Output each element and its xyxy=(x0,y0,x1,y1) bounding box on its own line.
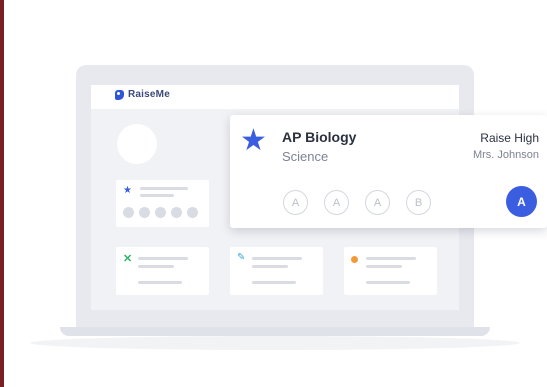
placeholder-line xyxy=(366,281,410,284)
laptop-base xyxy=(60,327,490,336)
star-icon: ★ xyxy=(123,185,132,196)
grade-bubble[interactable]: A xyxy=(365,190,390,215)
school-name: Raise High xyxy=(480,131,539,145)
placeholder-dot xyxy=(155,207,166,218)
placeholder-line xyxy=(140,194,174,197)
teacher-name: Mrs. Johnson xyxy=(472,149,539,161)
current-grade-badge[interactable]: A xyxy=(506,186,537,217)
pencil-icon: ✎ xyxy=(237,252,246,263)
placeholder-dot xyxy=(187,207,198,218)
close-x-icon: ✕ xyxy=(123,253,133,265)
placeholder-line xyxy=(140,187,188,190)
palette-icon xyxy=(351,256,358,263)
placeholder-line xyxy=(138,265,174,268)
raiseme-logo-icon xyxy=(115,89,124,100)
grade-bubble[interactable]: A xyxy=(324,190,349,215)
placeholder-line xyxy=(138,257,188,260)
placeholder-dot xyxy=(123,207,134,218)
grade-bubble[interactable]: B xyxy=(406,190,431,215)
placeholder-line xyxy=(366,257,416,260)
avatar-placeholder xyxy=(117,124,157,164)
logo-text: RaiseMe xyxy=(128,89,170,100)
placeholder-dot xyxy=(139,207,150,218)
placeholder-line xyxy=(252,281,296,284)
placeholder-line xyxy=(252,265,288,268)
app-logo[interactable]: RaiseMe xyxy=(115,89,170,100)
placeholder-card xyxy=(344,247,437,295)
laptop-shadow xyxy=(30,336,520,350)
placeholder-line xyxy=(366,265,402,268)
star-icon: ★ xyxy=(240,124,267,157)
placeholder-dot xyxy=(171,207,182,218)
bottom-strip xyxy=(4,352,547,387)
course-subject: Science xyxy=(282,149,329,164)
placeholder-line xyxy=(252,257,302,260)
placeholder-line xyxy=(138,281,182,284)
grade-bubble[interactable]: A xyxy=(283,190,308,215)
course-title: AP Biology xyxy=(282,129,357,145)
